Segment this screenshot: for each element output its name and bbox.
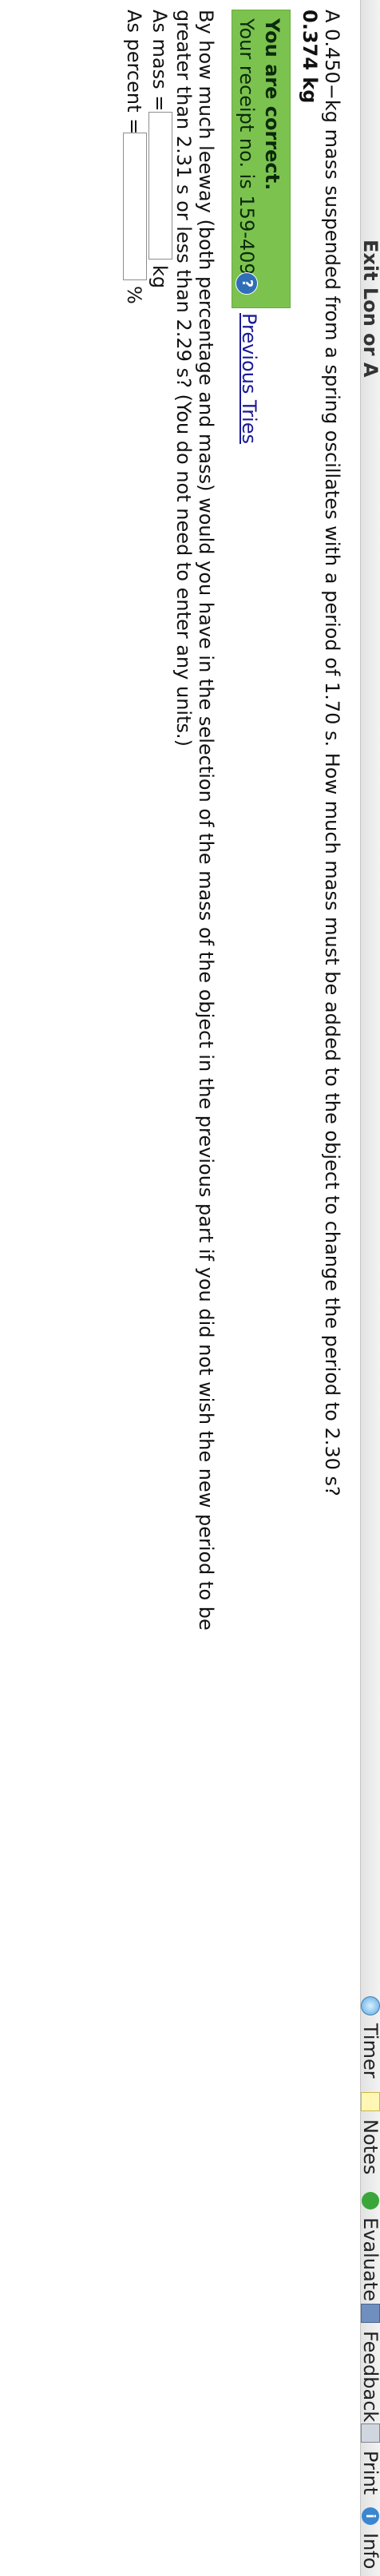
feedback-button[interactable]: Feedback: [359, 2304, 380, 2423]
timer-label: Timer: [359, 2023, 380, 2079]
notes-button[interactable]: Notes: [359, 2092, 380, 2175]
evaluate-label: Evaluate: [359, 2217, 380, 2301]
correct-feedback-box: You are correct. Your receipt no. is 159…: [232, 10, 291, 308]
correct-status: You are correct.: [261, 18, 283, 191]
mass-input[interactable]: [148, 112, 172, 260]
info-button[interactable]: i Info: [359, 2507, 380, 2570]
part2-question-line2: greater than 2.31 s or less than 2.29 s?…: [172, 10, 195, 747]
top-toolbar: Exit Lon or A Timer Notes Evaluate Feedb…: [359, 0, 380, 2576]
receipt-number: Your receipt no. is 159-4092: [236, 18, 258, 287]
part1-answer: 0.374 kg: [299, 10, 321, 104]
print-label: Print: [359, 2451, 380, 2495]
feedback-label: Feedback: [359, 2331, 380, 2423]
percent-unit: %: [123, 286, 145, 304]
info-icon: i: [362, 2507, 379, 2525]
evaluate-icon: [362, 2192, 379, 2209]
print-button[interactable]: Print: [359, 2423, 380, 2495]
notes-label: Notes: [359, 2119, 380, 2175]
part2-question-line1: By how much leeway (both percentage and …: [195, 10, 217, 1631]
feedback-icon: [361, 2304, 380, 2323]
evaluate-button[interactable]: Evaluate: [359, 2192, 380, 2301]
mass-unit: kg: [148, 265, 171, 289]
content-frame: Exit Lon or A Timer Notes Evaluate Feedb…: [0, 0, 380, 2576]
print-icon: [361, 2423, 380, 2443]
mass-label: As mass =: [148, 10, 171, 112]
part1-question: A 0.450−kg mass suspended from a spring …: [321, 10, 343, 1496]
info-label: Info: [359, 2533, 380, 2570]
timer-icon: [361, 1996, 380, 2015]
notes-icon: [361, 2092, 380, 2111]
page-header-title: Exit Lon or A: [359, 240, 380, 378]
help-icon[interactable]: ?: [236, 272, 258, 295]
percent-input[interactable]: [123, 133, 147, 280]
percent-label: As percent =: [123, 10, 145, 135]
previous-tries-link[interactable]: Previous Tries: [238, 313, 260, 444]
timer-button[interactable]: Timer: [359, 1996, 380, 2079]
